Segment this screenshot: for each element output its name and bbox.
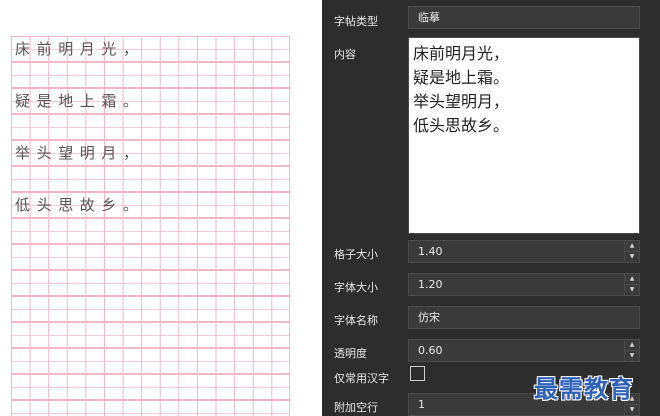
grid-row <box>11 62 290 88</box>
font-name-label: 字体名称 <box>334 314 378 327</box>
common-chars-label: 仅常用汉字 <box>334 372 389 385</box>
grid-row <box>11 166 290 192</box>
grid-size-label: 格子大小 <box>334 248 378 261</box>
spin-down-icon[interactable]: ▼ <box>625 285 639 295</box>
content-textarea[interactable]: 床前明月光， 疑是地上霜。 举头望明月， 低头思故乡。 <box>408 37 640 234</box>
content-line-2: 疑是地上霜。 <box>413 68 510 87</box>
grid-row <box>11 114 290 140</box>
common-chars-checkbox[interactable] <box>410 366 425 381</box>
spin-up-icon[interactable]: ▲ <box>625 340 639 351</box>
spin-up-icon[interactable]: ▲ <box>625 241 639 252</box>
opacity-spinbox[interactable]: 0.60 ▲ ▼ <box>408 339 640 362</box>
font-size-spinbox[interactable]: 1.20 ▲ ▼ <box>408 273 640 296</box>
spin-up-icon[interactable]: ▲ <box>625 274 639 285</box>
extra-rows-value: 1 <box>418 398 425 411</box>
preview-line-3: 举头望明月， <box>15 144 145 162</box>
preview-line-2: 疑是地上霜。 <box>15 92 145 110</box>
grid-row <box>11 322 290 348</box>
content-line-4: 低头思故乡。 <box>413 116 510 135</box>
grid-row <box>11 374 290 400</box>
spin-down-icon[interactable]: ▼ <box>625 252 639 262</box>
copybook-type-label: 字帖类型 <box>334 15 378 28</box>
opacity-label: 透明度 <box>334 347 367 360</box>
content-label: 内容 <box>334 48 356 61</box>
grid-row <box>11 270 290 296</box>
grid-size-value: 1.40 <box>418 245 443 258</box>
copybook-type-select[interactable]: 临摹 <box>408 6 640 29</box>
content-line-3: 举头望明月， <box>413 92 510 111</box>
spin-down-icon[interactable]: ▼ <box>625 405 639 415</box>
copybook-preview: 床前明月光， 疑是地上霜。 举头望明月， 低头思故乡。 <box>0 0 320 416</box>
preview-line-4: 低头思故乡。 <box>15 196 145 214</box>
spin-down-icon[interactable]: ▼ <box>625 351 639 361</box>
font-size-value: 1.20 <box>418 278 443 291</box>
opacity-value: 0.60 <box>418 344 443 357</box>
font-size-label: 字体大小 <box>334 281 378 294</box>
font-name-field[interactable]: 仿宋 <box>408 306 640 329</box>
grid-row <box>11 400 290 416</box>
grid-row <box>11 348 290 374</box>
properties-panel: 字帖类型 临摹 内容 床前明月光， 疑是地上霜。 举头望明月， 低头思故乡。 格… <box>322 0 660 416</box>
grid-row <box>11 296 290 322</box>
grid-row <box>11 218 290 244</box>
preview-line-1: 床前明月光， <box>15 40 145 58</box>
content-line-1: 床前明月光， <box>413 44 510 63</box>
grid-row <box>11 244 290 270</box>
grid-size-spinbox[interactable]: 1.40 ▲ ▼ <box>408 240 640 263</box>
extra-rows-label: 附加空行 <box>334 401 378 414</box>
watermark-logo: 最需教育 <box>534 374 634 403</box>
